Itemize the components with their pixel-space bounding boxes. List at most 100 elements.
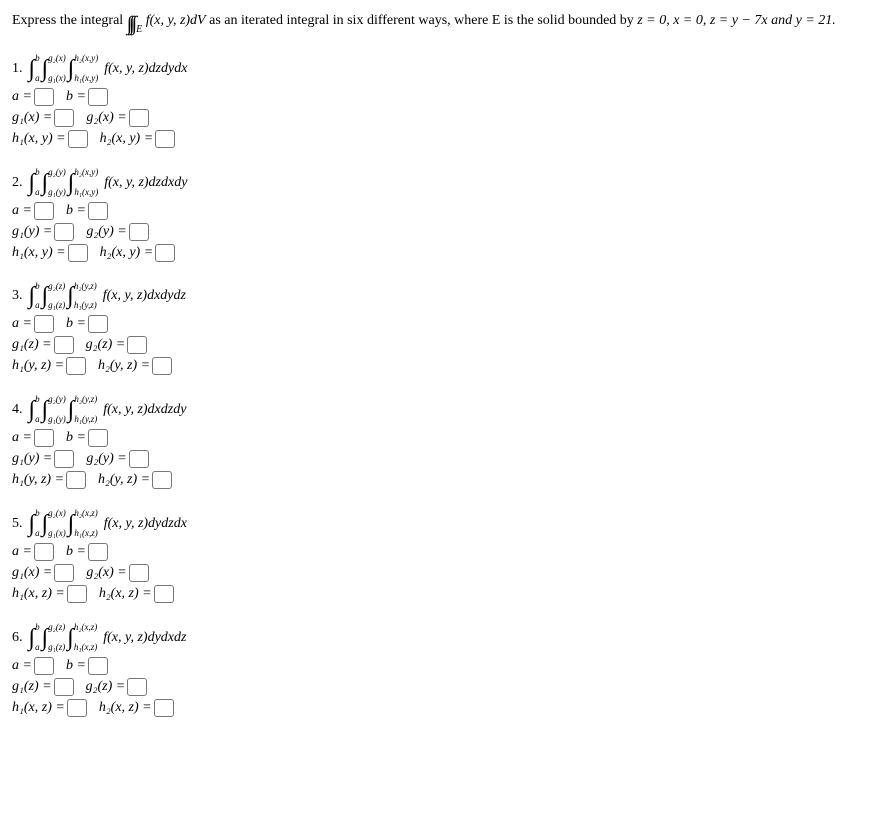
answer-input[interactable] — [155, 244, 175, 262]
upper-limit: b — [35, 168, 40, 178]
answer-pair: b = — [66, 657, 110, 675]
problem-1: 1.∫ba∫g₂(x)g₁(x)∫h₂(x,y)h₁(x,y)f(x, y, z… — [12, 54, 879, 148]
answer-input[interactable] — [129, 450, 149, 468]
answer-input[interactable] — [54, 678, 74, 696]
lhs-label: a = — [12, 89, 32, 105]
integral-limits: g₂(y)g₁(y) — [48, 168, 66, 198]
lhs-label: g₂(z) = — [86, 337, 126, 353]
answer-input[interactable] — [34, 429, 54, 447]
answer-input[interactable] — [88, 429, 108, 447]
answer-input[interactable] — [34, 543, 54, 561]
answer-input[interactable] — [34, 657, 54, 675]
integral-limits: ba — [35, 54, 40, 84]
answer-input[interactable] — [152, 471, 172, 489]
answer-input[interactable] — [66, 471, 86, 489]
integrand: f(x, y, z)dxdzdy — [103, 402, 186, 418]
answer-pair: h₂(y, z) = — [98, 357, 174, 375]
answer-input[interactable] — [154, 699, 174, 717]
lhs-label: g₁(x) = — [12, 565, 52, 581]
upper-limit: g₂(z) — [48, 282, 65, 292]
lower-limit: g₁(z) — [48, 643, 65, 653]
lower-limit: h₁(x,z) — [74, 643, 97, 653]
lhs-label: h₂(x, y) = — [100, 131, 154, 147]
answer-input[interactable] — [88, 543, 108, 561]
answer-input[interactable] — [68, 130, 88, 148]
answer-pair: a = — [12, 543, 56, 561]
lhs-label: h₂(x, z) = — [99, 586, 152, 602]
problem-number: 1. — [12, 61, 23, 77]
answer-line: h₁(x, z) =h₂(x, z) = — [12, 585, 879, 603]
answer-input[interactable] — [67, 585, 87, 603]
lower-limit: g₁(y) — [48, 188, 66, 198]
answer-input[interactable] — [127, 336, 147, 354]
problem-number: 5. — [12, 516, 23, 532]
answer-input[interactable] — [129, 564, 149, 582]
lower-limit: h₁(y,z) — [74, 415, 97, 425]
answer-input[interactable] — [88, 657, 108, 675]
answer-pair: g₂(x) = — [86, 564, 150, 582]
upper-limit: g₂(x) — [48, 509, 66, 519]
answer-pair: h₁(y, z) = — [12, 357, 88, 375]
answer-pair: g₁(z) = — [12, 678, 76, 696]
answer-input[interactable] — [54, 336, 74, 354]
answer-pair: h₁(x, z) = — [12, 699, 89, 717]
answer-pair: h₁(x, y) = — [12, 130, 90, 148]
iterated-integral: ∫ba∫g₂(x)g₁(x)∫h₂(x,y)h₁(x,y)f(x, y, z)d… — [29, 54, 188, 84]
integral-limits: ba — [35, 282, 40, 312]
lhs-label: h₁(x, y) = — [12, 131, 66, 147]
answer-input[interactable] — [34, 315, 54, 333]
integral-sign-icon: ∫ — [68, 398, 75, 422]
integral-sign-icon: ∫ — [29, 171, 36, 195]
answer-input[interactable] — [34, 88, 54, 106]
lower-limit: g₁(x) — [48, 529, 66, 539]
answer-input[interactable] — [67, 699, 87, 717]
answer-input[interactable] — [88, 315, 108, 333]
answer-input[interactable] — [34, 202, 54, 220]
answer-input[interactable] — [54, 109, 74, 127]
answer-pair: h₂(x, z) = — [99, 699, 176, 717]
answer-pair: h₂(x, z) = — [99, 585, 176, 603]
integrand: f(x, y, z)dxdydz — [103, 288, 186, 304]
answer-pair: g₁(x) = — [12, 564, 76, 582]
answer-input[interactable] — [88, 202, 108, 220]
integrand: f(x, y, z)dydxdz — [103, 630, 186, 646]
answer-pair: h₂(y, z) = — [98, 471, 174, 489]
answer-line: g₁(x) =g₂(x) = — [12, 109, 879, 127]
integrand: f(x, y, z)dzdxdy — [104, 175, 187, 191]
answer-input[interactable] — [152, 357, 172, 375]
integral-sign-icon: ∫ — [67, 626, 74, 650]
upper-limit: h₂(y,z) — [74, 395, 97, 405]
integral-sign-icon: ∫ — [29, 57, 36, 81]
lower-limit: g₁(x) — [48, 74, 66, 84]
answer-input[interactable] — [154, 585, 174, 603]
intro-integrand: f(x, y, z)dV — [146, 13, 206, 28]
problem-number: 2. — [12, 175, 23, 191]
lhs-label: h₂(x, z) = — [99, 700, 152, 716]
integral-sign-icon: ∫ — [68, 512, 75, 536]
integral-sign-icon: ∫ — [42, 512, 49, 536]
upper-limit: g₂(z) — [48, 623, 65, 633]
answer-input[interactable] — [127, 678, 147, 696]
answer-input[interactable] — [155, 130, 175, 148]
problem-3: 3.∫ba∫g₂(z)g₁(z)∫h₂(y,z)h₁(y,z)f(x, y, z… — [12, 282, 879, 376]
intro-mid: as an iterated integral in six different… — [209, 13, 637, 28]
answer-input[interactable] — [54, 450, 74, 468]
answer-pair: g₁(x) = — [12, 109, 76, 127]
upper-limit: b — [35, 509, 40, 519]
answer-line: a =b = — [12, 543, 879, 561]
answer-input[interactable] — [54, 564, 74, 582]
answer-input[interactable] — [66, 357, 86, 375]
iterated-integral: ∫ba∫g₂(x)g₁(x)∫h₂(x,z)h₁(x,z)f(x, y, z)d… — [29, 509, 187, 539]
answer-line: g₁(x) = g₂(x) = — [12, 564, 879, 582]
upper-limit: h₂(x,z) — [74, 623, 97, 633]
answer-pair: a = — [12, 429, 56, 447]
answer-input[interactable] — [88, 88, 108, 106]
lhs-label: b = — [66, 658, 86, 674]
answer-input[interactable] — [129, 109, 149, 127]
answer-line: g₁(y) =g₂(y) = — [12, 223, 879, 241]
answer-input[interactable] — [129, 223, 149, 241]
answer-input[interactable] — [54, 223, 74, 241]
upper-limit: g₂(y) — [48, 395, 66, 405]
answer-pair: g₂(z) = — [86, 678, 150, 696]
answer-input[interactable] — [68, 244, 88, 262]
